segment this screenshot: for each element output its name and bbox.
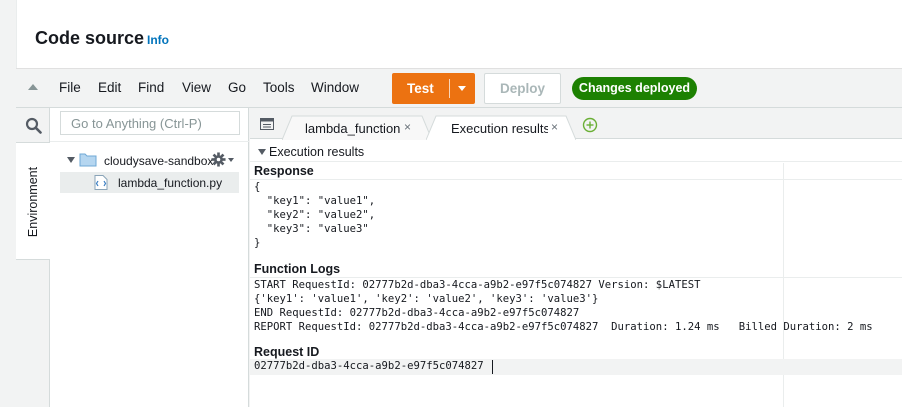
page-title: Code source bbox=[35, 28, 145, 48]
menu-find[interactable]: Find bbox=[138, 80, 164, 95]
folder-icon bbox=[79, 153, 97, 167]
environment-tab[interactable]: Environment bbox=[16, 142, 50, 260]
code-source-panel: Code source Info File Edit Find View Go … bbox=[0, 0, 902, 407]
tree-file-selected[interactable]: lambda_function.py bbox=[60, 172, 239, 193]
test-split-button: Test bbox=[392, 73, 475, 104]
collapse-caret-icon[interactable] bbox=[258, 149, 266, 155]
gear-icon[interactable] bbox=[211, 152, 226, 167]
tab-label: Execution results bbox=[451, 121, 548, 136]
code-source-header: Code source Info bbox=[16, 0, 902, 68]
side-divider bbox=[50, 141, 249, 142]
go-to-anything-input[interactable] bbox=[60, 111, 240, 135]
tab-execution-results[interactable]: Execution results × bbox=[426, 115, 576, 140]
file-name: lambda_function.py bbox=[118, 176, 223, 190]
request-id-value: 02777b2d-dba3-4cca-a9b2-e97f5c074827 bbox=[254, 360, 484, 372]
text-cursor bbox=[492, 360, 493, 374]
menu-edit[interactable]: Edit bbox=[98, 80, 121, 95]
execution-results-body: Response { "key1": "value1", "key2": "va… bbox=[250, 163, 902, 407]
tab-label: lambda_function bbox=[305, 121, 401, 136]
tab-lambda-function[interactable]: lambda_function × bbox=[282, 115, 432, 140]
folder-name: cloudysave-sandbox- bbox=[104, 154, 218, 168]
add-tab-icon[interactable] bbox=[582, 117, 598, 133]
test-button-separator bbox=[449, 79, 450, 98]
close-tab-icon[interactable]: × bbox=[551, 120, 558, 134]
collapse-up-icon[interactable] bbox=[28, 84, 38, 90]
section-divider bbox=[250, 179, 902, 180]
log-line: START RequestId: 02777b2d-dba3-4cca-a9b2… bbox=[254, 279, 701, 291]
menu-view[interactable]: View bbox=[182, 80, 211, 95]
response-line: } bbox=[254, 237, 261, 249]
gear-dropdown-icon[interactable] bbox=[228, 158, 234, 162]
environment-tab-label: Environment bbox=[26, 166, 40, 238]
execution-results-title: Execution results bbox=[269, 145, 365, 159]
execution-results-header[interactable]: Execution results bbox=[250, 140, 902, 162]
response-line: "key3": "value3" bbox=[254, 223, 369, 235]
response-line: { bbox=[254, 181, 261, 193]
changes-deployed-badge: Changes deployed bbox=[572, 77, 697, 100]
environment-panel: cloudysave-sandbox- bbox=[50, 108, 249, 407]
menu-go[interactable]: Go bbox=[228, 80, 246, 95]
log-line: REPORT RequestId: 02777b2d-dba3-4cca-a9b… bbox=[254, 321, 873, 333]
test-dropdown-caret-icon[interactable] bbox=[458, 86, 466, 91]
side-icon-bar: Environment bbox=[16, 108, 50, 407]
tree-folder[interactable]: cloudysave-sandbox- bbox=[67, 152, 242, 170]
python-file-icon bbox=[94, 175, 108, 190]
search-icon[interactable] bbox=[25, 117, 42, 134]
log-line: {'key1': 'value1', 'key2': 'value2', 'ke… bbox=[254, 293, 599, 305]
request-id-title: Request ID bbox=[254, 345, 320, 359]
tab-list-icon[interactable] bbox=[260, 118, 274, 130]
response-title: Response bbox=[254, 164, 314, 178]
ide-menu-bar: File Edit Find View Go Tools Window Test… bbox=[16, 68, 902, 108]
response-line: "key1": "value1", bbox=[254, 195, 376, 207]
info-link[interactable]: Info bbox=[147, 33, 169, 47]
request-id-row[interactable]: 02777b2d-dba3-4cca-a9b2-e97f5c074827 bbox=[250, 359, 902, 375]
close-tab-icon[interactable]: × bbox=[404, 120, 411, 134]
log-line: END RequestId: 02777b2d-dba3-4cca-a9b2-e… bbox=[254, 307, 580, 319]
menu-window[interactable]: Window bbox=[311, 80, 359, 95]
tree-expand-icon[interactable] bbox=[67, 157, 75, 163]
menu-tools[interactable]: Tools bbox=[263, 80, 295, 95]
menu-file[interactable]: File bbox=[59, 80, 81, 95]
deploy-button[interactable]: Deploy bbox=[484, 73, 561, 104]
test-button[interactable]: Test bbox=[407, 81, 434, 96]
editor-area: lambda_function × Execution results × Ex… bbox=[250, 108, 902, 407]
function-logs-title: Function Logs bbox=[254, 262, 341, 276]
tab-bar: lambda_function × Execution results × bbox=[250, 108, 902, 140]
response-line: "key2": "value2", bbox=[254, 209, 376, 221]
